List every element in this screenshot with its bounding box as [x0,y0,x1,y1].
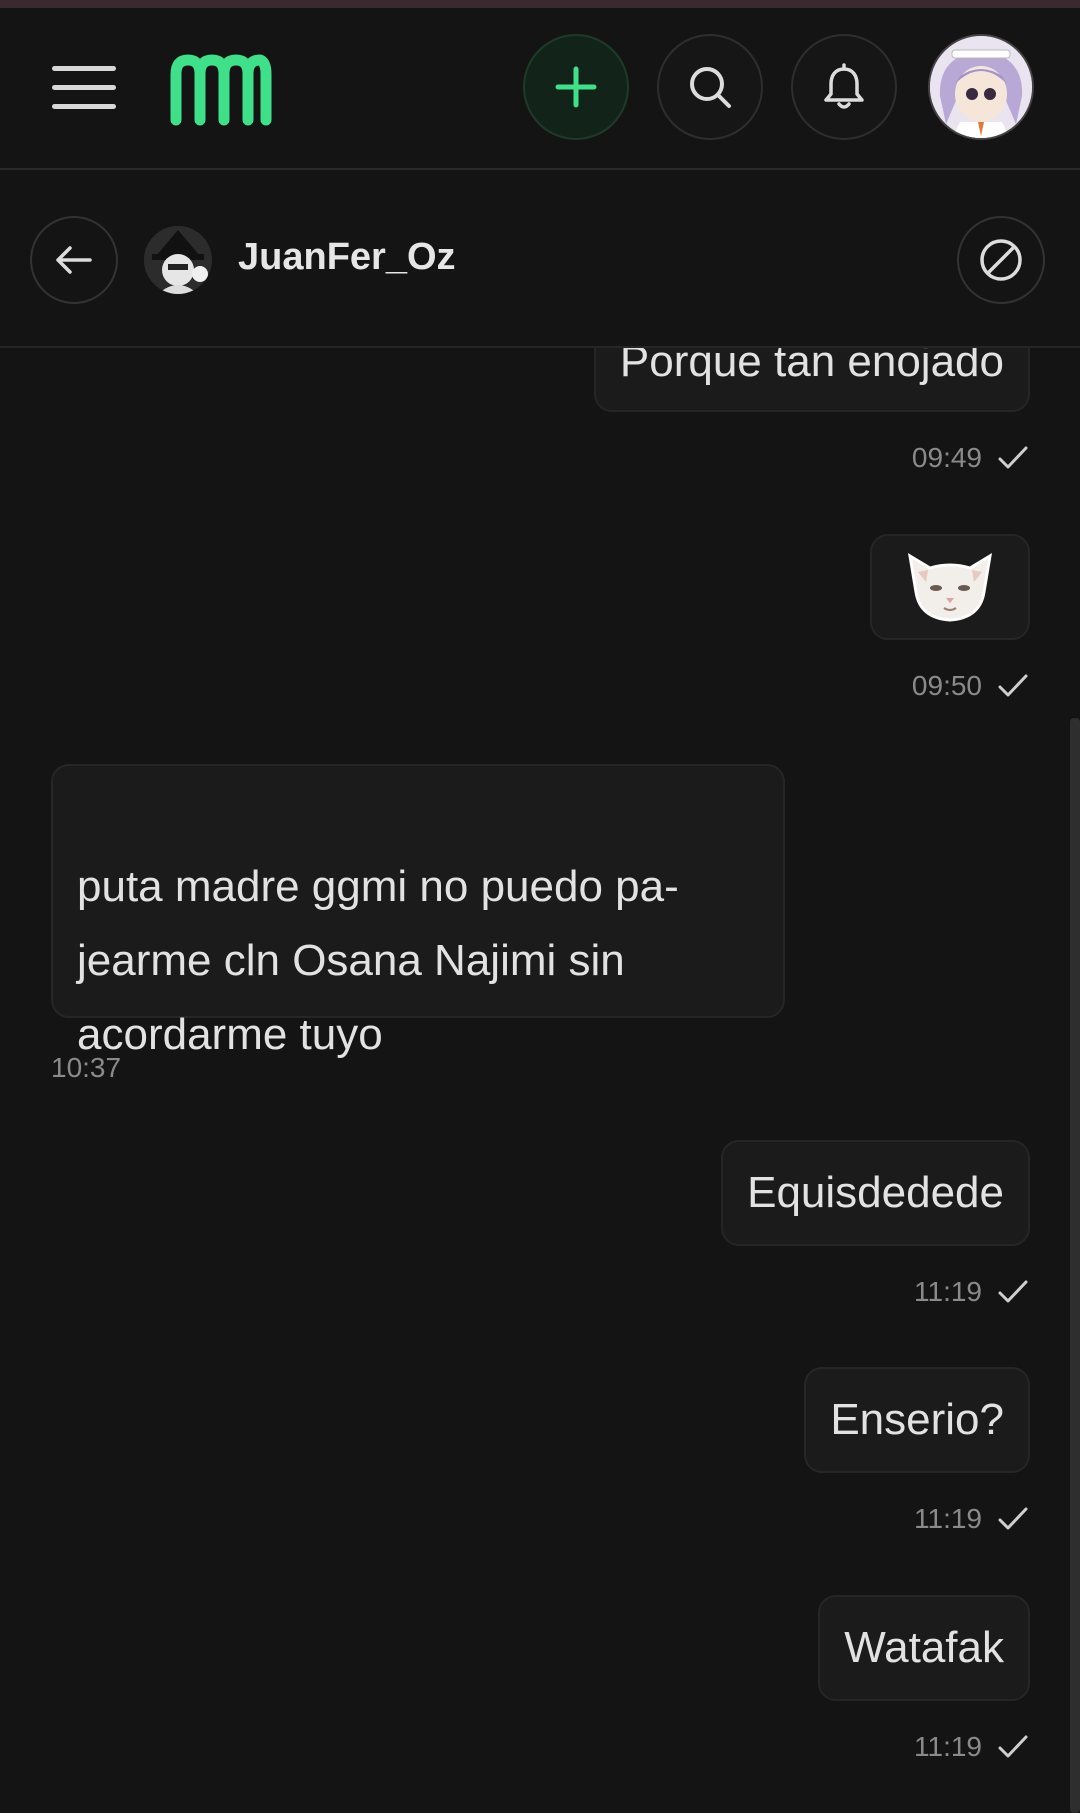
message-text: Equisdedede [747,1168,1004,1217]
block-icon [980,239,1022,281]
incoming-message-bubble[interactable]: puta madre ggmi no puedo pa- jearme cln … [51,764,785,1059]
message-timestamp: 10:37 [51,1052,122,1083]
message-text: Watafak [844,1623,1004,1672]
user-avatar[interactable] [928,34,1034,140]
contact-avatar[interactable] [144,226,212,294]
top-accent-strip [0,0,1080,8]
create-post-button[interactable] [523,34,629,140]
mm-logo[interactable] [168,54,272,126]
message-timestamp: 09:50 [912,670,1028,702]
message-bubble[interactable]: Porque tan enojado [593,348,1030,412]
hamburger-menu-icon[interactable] [52,66,116,110]
message-timestamp: 11:19 [914,1503,1028,1535]
check-icon [998,674,1028,697]
plus-icon [555,66,597,108]
message-text: Enserio? [830,1395,1004,1444]
sticker-bubble[interactable] [870,534,1030,640]
message-timestamp: 11:19 [914,1276,1028,1308]
notifications-button[interactable] [791,34,897,140]
block-user-button[interactable] [957,216,1045,304]
message-timestamp: 11:19 [914,1731,1028,1763]
bell-icon [824,63,864,109]
white-cat-sticker [907,553,993,622]
back-button[interactable] [30,216,118,304]
check-icon [998,1280,1028,1303]
message-bubble[interactable]: Enserio? [804,1367,1030,1473]
contact-name[interactable]: JuanFer_Oz [238,236,456,279]
check-icon [998,1735,1028,1758]
search-icon [690,67,731,108]
scrollbar[interactable] [1070,718,1080,1813]
top-navigation-bar [0,8,1080,170]
chat-header: JuanFer_Oz [0,170,1080,348]
arrow-left-icon [56,246,92,274]
check-icon [998,1507,1028,1530]
message-bubble[interactable]: Equisdedede [721,1140,1030,1246]
message-timestamp: 09:49 [912,442,1028,474]
message-list[interactable]: Porque tan enojado 09:49 09:50 puta madr… [0,348,1080,1813]
message-text: puta madre ggmi no puedo pa- jearme cln … [77,862,679,1059]
check-icon [998,446,1028,469]
search-button[interactable] [657,34,763,140]
message-bubble[interactable]: Watafak [818,1595,1030,1701]
message-text: Porque tan enojado [619,348,1004,386]
